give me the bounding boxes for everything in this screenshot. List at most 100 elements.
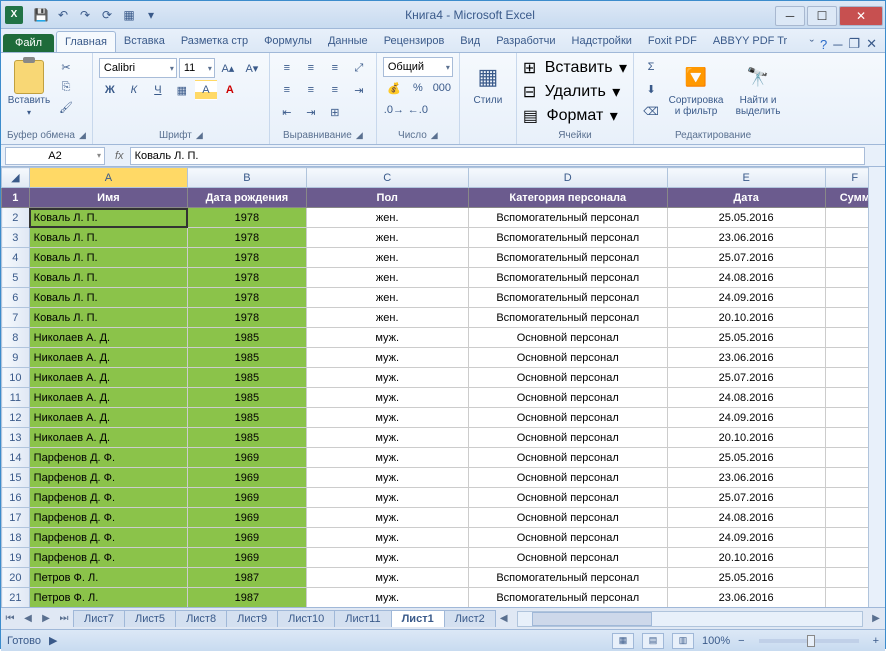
table-header-cell[interactable]: Дата bbox=[667, 188, 825, 208]
cell-year[interactable]: 1985 bbox=[188, 368, 307, 388]
cell-year[interactable]: 1978 bbox=[188, 228, 307, 248]
column-header-A[interactable]: A bbox=[29, 168, 187, 188]
cell-date[interactable]: 24.08.2016 bbox=[667, 388, 825, 408]
cell-date[interactable]: 25.05.2016 bbox=[667, 568, 825, 588]
close-button[interactable]: ✕ bbox=[839, 6, 883, 26]
cell-name[interactable]: Коваль Л. П. bbox=[29, 208, 187, 228]
row-header-14[interactable]: 14 bbox=[2, 448, 30, 468]
row-header-7[interactable]: 7 bbox=[2, 308, 30, 328]
cell-date[interactable]: 23.06.2016 bbox=[667, 468, 825, 488]
cell-name[interactable]: Парфенов Д. Ф. bbox=[29, 528, 187, 548]
row-header-17[interactable]: 17 bbox=[2, 508, 30, 528]
cell-category[interactable]: Основной персонал bbox=[468, 468, 667, 488]
undo-icon[interactable]: ↶ bbox=[53, 5, 73, 25]
workbook-restore-icon[interactable]: ❐ bbox=[848, 36, 860, 52]
cell-category[interactable]: Основной персонал bbox=[468, 408, 667, 428]
cell-category[interactable]: Вспомогательный персонал bbox=[468, 288, 667, 308]
minimize-button[interactable]: ─ bbox=[775, 6, 805, 26]
cell-name[interactable]: Коваль Л. П. bbox=[29, 248, 187, 268]
cell-year[interactable]: 1969 bbox=[188, 468, 307, 488]
cell-sex[interactable]: муж. bbox=[306, 588, 468, 608]
decrease-indent-icon[interactable]: ⇤ bbox=[276, 102, 298, 122]
refresh-icon[interactable]: ⟳ bbox=[97, 5, 117, 25]
row-header-10[interactable]: 10 bbox=[2, 368, 30, 388]
column-header-E[interactable]: E bbox=[667, 168, 825, 188]
cell-year[interactable]: 1985 bbox=[188, 388, 307, 408]
cell-date[interactable]: 24.09.2016 bbox=[667, 408, 825, 428]
cell-name[interactable]: Николаев А. Д. bbox=[29, 408, 187, 428]
format-painter-icon[interactable]: 🖌 bbox=[55, 97, 77, 117]
sheet-tab[interactable]: Лист8 bbox=[175, 610, 227, 627]
cell-year[interactable]: 1985 bbox=[188, 348, 307, 368]
merge-icon[interactable]: ⊞ bbox=[324, 102, 346, 122]
cell-sex[interactable]: муж. bbox=[306, 488, 468, 508]
cell-sex[interactable]: жен. bbox=[306, 308, 468, 328]
cell-sex[interactable]: муж. bbox=[306, 508, 468, 528]
sort-filter-button[interactable]: 🔽 Сортировка и фильтр bbox=[666, 57, 726, 117]
decrease-font-icon[interactable]: A▾ bbox=[241, 58, 263, 78]
paste-button[interactable]: Вставить ▾ bbox=[7, 57, 51, 117]
row-header-1[interactable]: 1 bbox=[2, 188, 30, 208]
number-format-combo[interactable]: Общий bbox=[383, 57, 453, 77]
align-top-icon[interactable]: ≡ bbox=[276, 58, 298, 78]
ribbon-tab-10[interactable]: ABBYY PDF Tr bbox=[705, 31, 795, 52]
cell-name[interactable]: Петров Ф. Л. bbox=[29, 588, 187, 608]
sheet-tab[interactable]: Лист11 bbox=[334, 610, 391, 627]
sheet-tab[interactable]: Лист9 bbox=[226, 610, 278, 627]
percent-icon[interactable]: % bbox=[407, 78, 429, 98]
cell-year[interactable]: 1985 bbox=[188, 408, 307, 428]
cell-date[interactable]: 23.06.2016 bbox=[667, 348, 825, 368]
zoom-slider[interactable] bbox=[759, 639, 859, 643]
cells-delete-button[interactable]: ⊟ Удалить ▾ bbox=[523, 81, 627, 103]
cell-category[interactable]: Основной персонал bbox=[468, 548, 667, 568]
row-header-13[interactable]: 13 bbox=[2, 428, 30, 448]
cell-category[interactable]: Основной персонал bbox=[468, 328, 667, 348]
align-right-icon[interactable]: ≡ bbox=[324, 80, 346, 100]
cell-date[interactable]: 24.08.2016 bbox=[667, 508, 825, 528]
cell-name[interactable]: Николаев А. Д. bbox=[29, 388, 187, 408]
cell-year[interactable]: 1978 bbox=[188, 308, 307, 328]
row-header-2[interactable]: 2 bbox=[2, 208, 30, 228]
ribbon-tab-3[interactable]: Формулы bbox=[256, 31, 320, 52]
redo-icon[interactable]: ↷ bbox=[75, 5, 95, 25]
ribbon-tab-7[interactable]: Разработчи bbox=[488, 31, 563, 52]
row-header-5[interactable]: 5 bbox=[2, 268, 30, 288]
cell-sex[interactable]: жен. bbox=[306, 268, 468, 288]
align-bottom-icon[interactable]: ≡ bbox=[324, 58, 346, 78]
cell-sex[interactable]: муж. bbox=[306, 448, 468, 468]
cell-name[interactable]: Николаев А. Д. bbox=[29, 328, 187, 348]
cell-category[interactable]: Основной персонал bbox=[468, 528, 667, 548]
sheet-tab[interactable]: Лист1 bbox=[391, 610, 445, 627]
row-header-19[interactable]: 19 bbox=[2, 548, 30, 568]
cell-year[interactable]: 1969 bbox=[188, 488, 307, 508]
autosum-icon[interactable]: Σ bbox=[640, 57, 662, 77]
cell-date[interactable]: 20.10.2016 bbox=[667, 308, 825, 328]
cell-category[interactable]: Основной персонал bbox=[468, 488, 667, 508]
cell-date[interactable]: 25.05.2016 bbox=[667, 328, 825, 348]
cell-name[interactable]: Петров Ф. Л. bbox=[29, 568, 187, 588]
cell-name[interactable]: Николаев А. Д. bbox=[29, 348, 187, 368]
row-header-18[interactable]: 18 bbox=[2, 528, 30, 548]
horizontal-scrollbar[interactable] bbox=[517, 611, 863, 627]
comma-icon[interactable]: 000 bbox=[431, 78, 453, 98]
decrease-decimal-icon[interactable]: ←.0 bbox=[407, 100, 429, 120]
row-header-9[interactable]: 9 bbox=[2, 348, 30, 368]
cell-year[interactable]: 1987 bbox=[188, 588, 307, 608]
cell-date[interactable]: 24.09.2016 bbox=[667, 288, 825, 308]
cell-sex[interactable]: муж. bbox=[306, 568, 468, 588]
cell-category[interactable]: Основной персонал bbox=[468, 508, 667, 528]
increase-indent-icon[interactable]: ⇥ bbox=[300, 102, 322, 122]
orientation-icon[interactable]: ⤢ bbox=[348, 58, 370, 78]
maximize-button[interactable]: ☐ bbox=[807, 6, 837, 26]
cut-icon[interactable]: ✂ bbox=[55, 57, 77, 77]
file-tab[interactable]: Файл bbox=[3, 34, 54, 52]
find-select-button[interactable]: 🔭 Найти и выделить bbox=[730, 57, 786, 117]
cell-name[interactable]: Коваль Л. П. bbox=[29, 288, 187, 308]
cell-sex[interactable]: муж. bbox=[306, 468, 468, 488]
cell-year[interactable]: 1978 bbox=[188, 288, 307, 308]
cell-year[interactable]: 1978 bbox=[188, 268, 307, 288]
sheet-nav-first-icon[interactable]: ⏮ bbox=[1, 613, 19, 624]
increase-font-icon[interactable]: A▴ bbox=[217, 58, 239, 78]
font-name-combo[interactable]: Calibri bbox=[99, 58, 177, 78]
normal-view-icon[interactable]: ▦ bbox=[612, 633, 634, 649]
